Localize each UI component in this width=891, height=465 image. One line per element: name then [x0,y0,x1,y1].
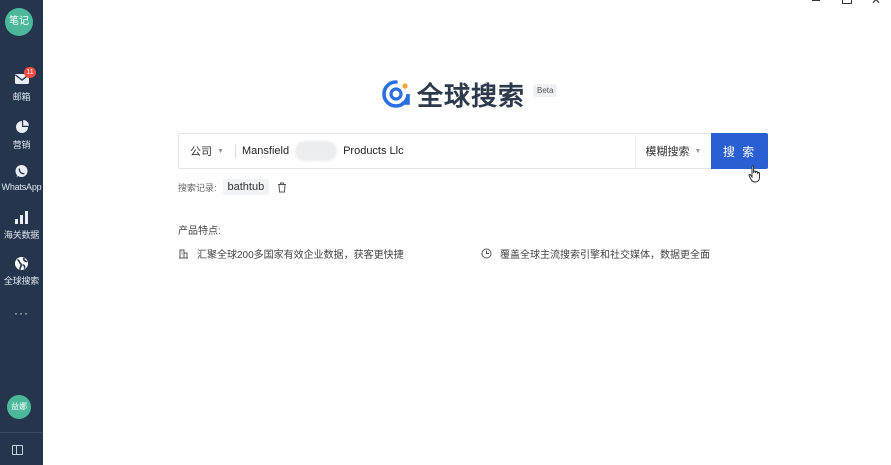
search-history: 搜索记录: bathtub [178,179,287,195]
search-scope-select[interactable]: 公司 ▼ [179,134,235,168]
beta-badge: Beta [533,83,558,97]
search-input[interactable]: Mansfield Products Llc [236,134,635,168]
sidebar-item-whatsapp[interactable]: WhatsApp [0,164,43,192]
more-icon[interactable]: ··· [0,306,43,320]
minimize-icon[interactable] [801,0,831,8]
sidebar-item-label: 邮箱 [12,92,31,102]
panel-toggle-icon[interactable] [12,445,23,455]
clock-icon [481,248,492,258]
building-icon [179,249,188,258]
features-title: 产品特点: [178,226,221,237]
bar-chart-icon [0,210,43,226]
sidebar-item-label: 营销 [12,140,31,150]
sidebar-divider [0,432,43,433]
unread-badge: 11 [24,67,36,78]
search-history-label: 搜索记录: [178,182,217,193]
close-icon[interactable]: ✕ [861,0,891,8]
sidebar: 笔记 11 邮箱 营销 WhatsApp 海关数据 全球搜索 ··· 益娜 [0,0,43,465]
sidebar-item-marketing[interactable]: 营销 [0,120,43,151]
search-query-text: Products Llc [343,145,404,157]
redacted-text [295,141,338,161]
sidebar-item-mail[interactable]: 11 邮箱 [0,67,43,103]
feature-text: 汇聚全球200多国家有效企业数据，获客更快捷 [197,249,404,261]
whatsapp-icon [0,164,43,180]
avatar[interactable]: 益娜 [7,395,31,419]
app-logo[interactable]: 笔记 [5,8,33,36]
mail-icon: 11 [0,67,43,88]
search-query-text: Mansfield [242,145,290,157]
brand-header: 全球搜索 Beta [381,76,558,112]
feature-item: 汇聚全球200多国家有效企业数据，获客更快捷 [178,246,404,261]
window-controls: ✕ [801,0,891,8]
feature-text: 覆盖全球主流搜索引擎和社交媒体，数据更全面 [500,249,710,261]
search-button[interactable]: 搜 索 [711,133,768,169]
sidebar-item-global-search[interactable]: 全球搜索 [0,256,43,287]
pie-chart-icon [0,120,43,136]
search-mode-label: 模糊搜索 [645,146,690,158]
chevron-down-icon: ▼ [217,147,224,155]
global-search-logo-icon [382,80,410,108]
search-bar: 公司 ▼ Mansfield Products Llc 模糊搜索 ▼ 搜 索 [178,133,768,169]
maximize-icon[interactable] [831,0,861,8]
sidebar-item-customs-data[interactable]: 海关数据 [0,210,43,241]
feature-item: 覆盖全球主流搜索引擎和社交媒体，数据更全面 [481,246,710,261]
globe-icon [0,256,43,272]
sidebar-item-label: 全球搜索 [3,276,40,286]
sidebar-item-label: 海关数据 [3,230,40,240]
page-title: 全球搜索 [417,80,526,111]
trash-icon[interactable] [277,182,287,193]
sidebar-item-label: WhatsApp [1,182,42,192]
search-scope-label: 公司 [190,146,213,158]
history-tag[interactable]: bathtub [222,179,270,195]
search-mode-select[interactable]: 模糊搜索 ▼ [635,134,711,168]
hand-cursor-icon [748,165,760,183]
chevron-down-icon: ▼ [694,147,702,155]
